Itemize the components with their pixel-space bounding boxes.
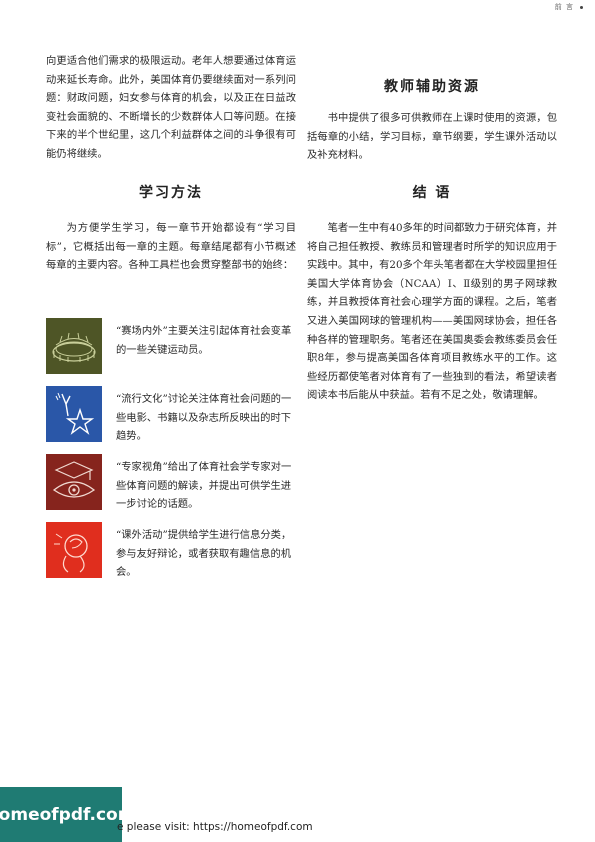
methods-section: 学习方法 [46, 184, 296, 203]
resources-paragraph: 书中提供了很多可供教师在上课时使用的资源，包括每章的小结，学习目标，章节纲要，学… [307, 112, 557, 162]
tool-text-stadium: “赛场内外”主要关注引起体育社会变革的一些关键运动员。 [116, 325, 292, 356]
conclusion-paragraph: 笔者一生中有40多年的时间都致力于研究体育，并将自己担任教授、教练员和管理者时所… [307, 222, 557, 402]
header-dot-icon [580, 5, 583, 9]
statue-of-liberty-icon [46, 386, 102, 442]
visit-site-text[interactable]: e please visit: https://homeofpdf.com [117, 821, 313, 833]
running-header-text: 前 言 [554, 3, 574, 11]
tool-item-pop-culture: “流行文化”讨论关注体育社会问题的一些电影、书籍以及杂志所反映出的时下趋势。 [46, 386, 298, 442]
running-header: 前 言 [555, 2, 583, 12]
banner-text: homeofpdf.com [0, 804, 136, 825]
intro-paragraph: 向更适合他们需求的极限运动。老年人想要通过体育运动来延长寿命。此外，美国体育仍要… [46, 55, 296, 160]
resources-section: 教师辅助资源 [307, 78, 557, 97]
homeofpdf-banner-link[interactable]: homeofpdf.com [0, 787, 135, 842]
resources-heading: 教师辅助资源 [384, 79, 480, 95]
conclusion-section: 结 语 [307, 184, 557, 203]
resources-body-block: 书中提供了很多可供教师在上课时使用的资源，包括每章的小结，学习目标，章节纲要，学… [307, 109, 557, 165]
tool-item-expert: “专家视角”给出了体育社会学专家对一些体育问题的解读，并提出可供学生进一步讨论的… [46, 454, 298, 510]
conclusion-body-block: 笔者一生中有40多年的时间都致力于研究体育，并将自己担任教授、教练员和管理者时所… [307, 219, 557, 405]
methods-body-block: 为方便学生学习，每一章节开始都设有“学习目标”，它概括出每一章的主题。每章结尾都… [46, 219, 296, 275]
stadium-icon [46, 318, 102, 374]
graduation-eye-icon [46, 454, 102, 510]
methods-paragraph: 为方便学生学习，每一章节开始都设有“学习目标”，它概括出每一章的主题。每章结尾都… [46, 222, 296, 272]
tool-item-stadium: “赛场内外”主要关注引起体育社会变革的一些关键运动员。 [46, 318, 298, 374]
tool-text-expert: “专家视角”给出了体育社会学专家对一些体育问题的解读，并提出可供学生进一步讨论的… [116, 461, 292, 511]
tool-text-pop-culture: “流行文化”讨论关注体育社会问题的一些电影、书籍以及杂志所反映出的时下趋势。 [116, 393, 292, 443]
tool-text-activity: “课外活动”提供给学生进行信息分类，参与友好辩论，或者获取有趣信息的机会。 [116, 529, 292, 579]
tool-item-activity: “课外活动”提供给学生进行信息分类，参与友好辩论，或者获取有趣信息的机会。 [46, 522, 298, 578]
activity-icon [46, 522, 102, 578]
left-intro-block: 向更适合他们需求的极限运动。老年人想要通过体育运动来延长寿命。此外，美国体育仍要… [46, 52, 296, 164]
methods-heading: 学习方法 [139, 185, 203, 201]
conclusion-heading: 结 语 [412, 185, 452, 201]
